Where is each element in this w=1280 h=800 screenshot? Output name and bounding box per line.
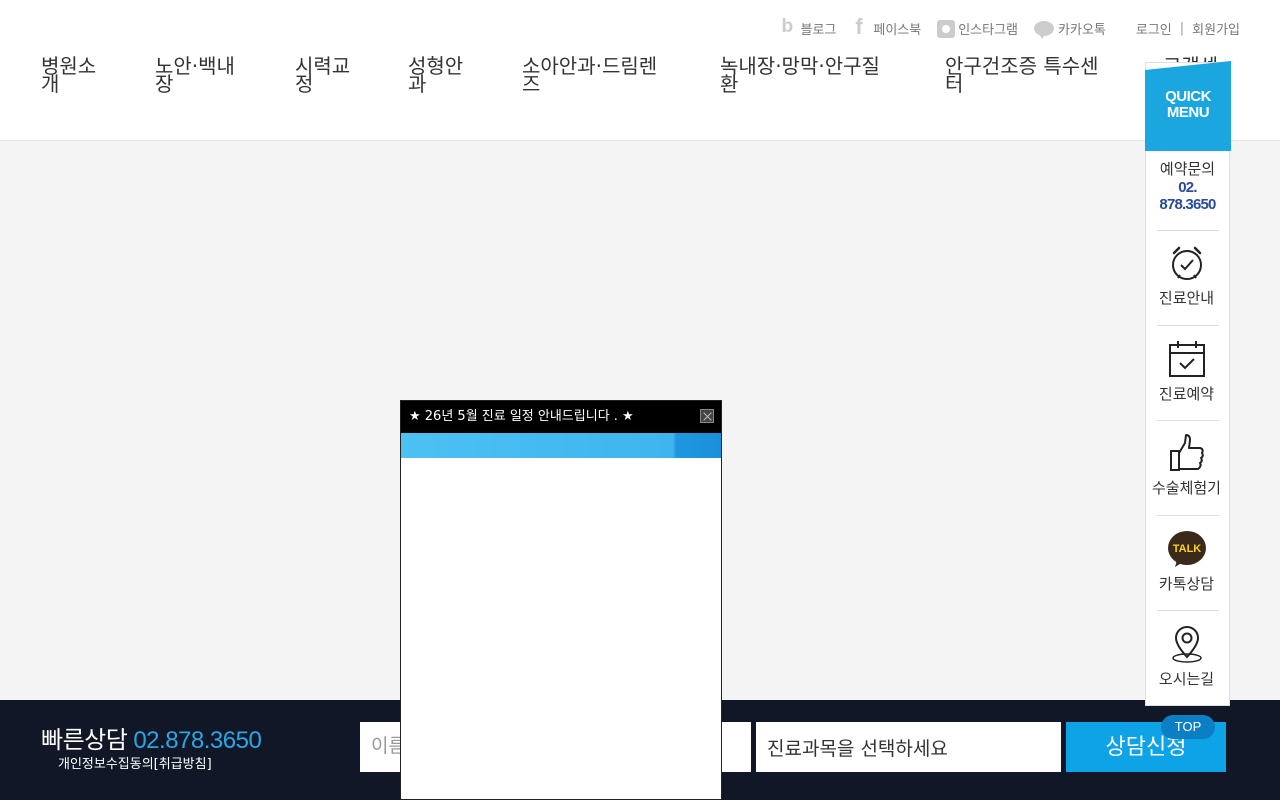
facebook-icon <box>852 14 870 40</box>
consult-title: 빠른상담 02.878.3650 <box>41 720 262 755</box>
reservation-phone-1: 02. <box>1178 179 1197 196</box>
utility-bar: 블로그 페이스북 인스타그램 카카오톡 로그인 | 회원가입 <box>779 14 1240 40</box>
quick-item-label: 수술체험기 <box>1151 479 1221 497</box>
quick-item-directions[interactable]: 오시는길 <box>1154 624 1219 689</box>
login-link[interactable]: 로그인 <box>1136 19 1172 38</box>
consult-phone: 02.878.3650 <box>133 727 262 754</box>
privacy-consent-link[interactable]: 개인정보수집동의[취급방침] <box>58 753 212 772</box>
nav-item-glaucoma-retina[interactable]: 녹내장·망막·안구질환 <box>720 56 898 94</box>
site-header: 블로그 페이스북 인스타그램 카카오톡 로그인 | 회원가입 병원소개 노안·백… <box>0 0 1280 141</box>
blog-icon <box>779 16 797 38</box>
kakaotalk-link[interactable]: 카카오톡 <box>1034 19 1106 39</box>
popup-title: ★ 26년 5월 진료 일정 안내드립니다 . ★ <box>409 409 634 424</box>
nav-item-presbyopia-cataract[interactable]: 노안·백내장 <box>155 56 245 94</box>
quick-title-line2: MENU <box>1166 104 1210 121</box>
kakao-talk-icon-text: TALK <box>1172 543 1201 555</box>
calendar-check-icon <box>1168 341 1205 377</box>
facebook-label: 페이스북 <box>873 23 922 38</box>
instagram-label: 인스타그램 <box>958 23 1019 38</box>
signup-link[interactable]: 회원가입 <box>1192 19 1240 38</box>
quick-divider <box>1157 420 1219 421</box>
reservation-phone-link[interactable]: 예약문의 02. 878.3650 <box>1146 158 1229 213</box>
kakaotalk-icon <box>1034 21 1055 39</box>
nav-item-oculoplastic[interactable]: 성형안과 <box>408 56 470 94</box>
notice-popup: ★ 26년 5월 진료 일정 안내드립니다 . ★ <box>400 400 722 800</box>
thumbs-up-icon <box>1169 434 1204 471</box>
instagram-icon <box>937 19 956 38</box>
nav-item-pediatric-dreamlens[interactable]: 소아안과·드림렌즈 <box>522 56 674 94</box>
popup-body <box>401 458 721 799</box>
quick-menu-header: QUICK MENU <box>1145 61 1231 151</box>
blog-link[interactable]: 블로그 <box>779 16 837 39</box>
subject-select[interactable]: 진료과목을 선택하세요 <box>756 722 1061 772</box>
quick-title-line1: QUICK <box>1165 88 1211 105</box>
nav-item-hospital-intro[interactable]: 병원소개 <box>41 56 103 94</box>
quick-item-kakao-consult[interactable]: TALK 카톡상담 <box>1154 529 1219 594</box>
location-pin-icon <box>1171 626 1202 663</box>
nav-item-dry-eye-center[interactable]: 안구건조증 특수센터 <box>945 56 1115 94</box>
quick-divider <box>1157 325 1219 326</box>
quick-item-label: 오시는길 <box>1158 670 1215 688</box>
reservation-phone-2: 878.3650 <box>1159 196 1216 213</box>
reservation-label: 예약문의 <box>1159 160 1216 178</box>
alarm-clock-icon <box>1171 246 1202 280</box>
quick-item-surgery-review[interactable]: 수술체험기 <box>1152 433 1221 498</box>
nav-item-vision-correction[interactable]: 시력교정 <box>295 56 357 94</box>
consult-title-label: 빠른상담 <box>41 726 128 754</box>
facebook-link[interactable]: 페이스북 <box>852 14 922 40</box>
main-nav: 병원소개 노안·백내장 시력교정 성형안과 소아안과·드림렌즈 녹내장·망막·안… <box>0 56 1280 117</box>
kakao-talk-icon: TALK <box>1167 531 1206 567</box>
popup-header: ★ 26년 5월 진료 일정 안내드립니다 . ★ <box>401 401 721 433</box>
account-separator: | <box>1179 21 1185 36</box>
quick-menu: QUICK MENU 예약문의 02. 878.3650 진료안내 진료예약 수… <box>1145 61 1231 706</box>
quick-divider <box>1157 230 1219 231</box>
quick-item-label: 카톡상담 <box>1158 575 1215 593</box>
close-icon[interactable] <box>700 409 714 423</box>
quick-divider <box>1157 610 1219 611</box>
social-links: 블로그 페이스북 인스타그램 카카오톡 <box>779 14 1106 40</box>
account-links: 로그인 | 회원가입 <box>1136 19 1240 38</box>
scroll-top-button[interactable]: TOP <box>1161 715 1215 739</box>
quick-divider <box>1157 515 1219 516</box>
instagram-link[interactable]: 인스타그램 <box>937 19 1018 38</box>
quick-menu-title: QUICK MENU <box>1145 89 1231 121</box>
kakaotalk-label: 카카오톡 <box>1058 23 1106 38</box>
quick-item-clinic-info[interactable]: 진료안내 <box>1154 243 1219 308</box>
quick-item-label: 진료안내 <box>1158 289 1215 307</box>
popup-banner <box>401 433 721 458</box>
blog-label: 블로그 <box>800 23 837 38</box>
quick-item-reservation[interactable]: 진료예약 <box>1154 339 1219 404</box>
quick-item-label: 진료예약 <box>1158 385 1215 403</box>
